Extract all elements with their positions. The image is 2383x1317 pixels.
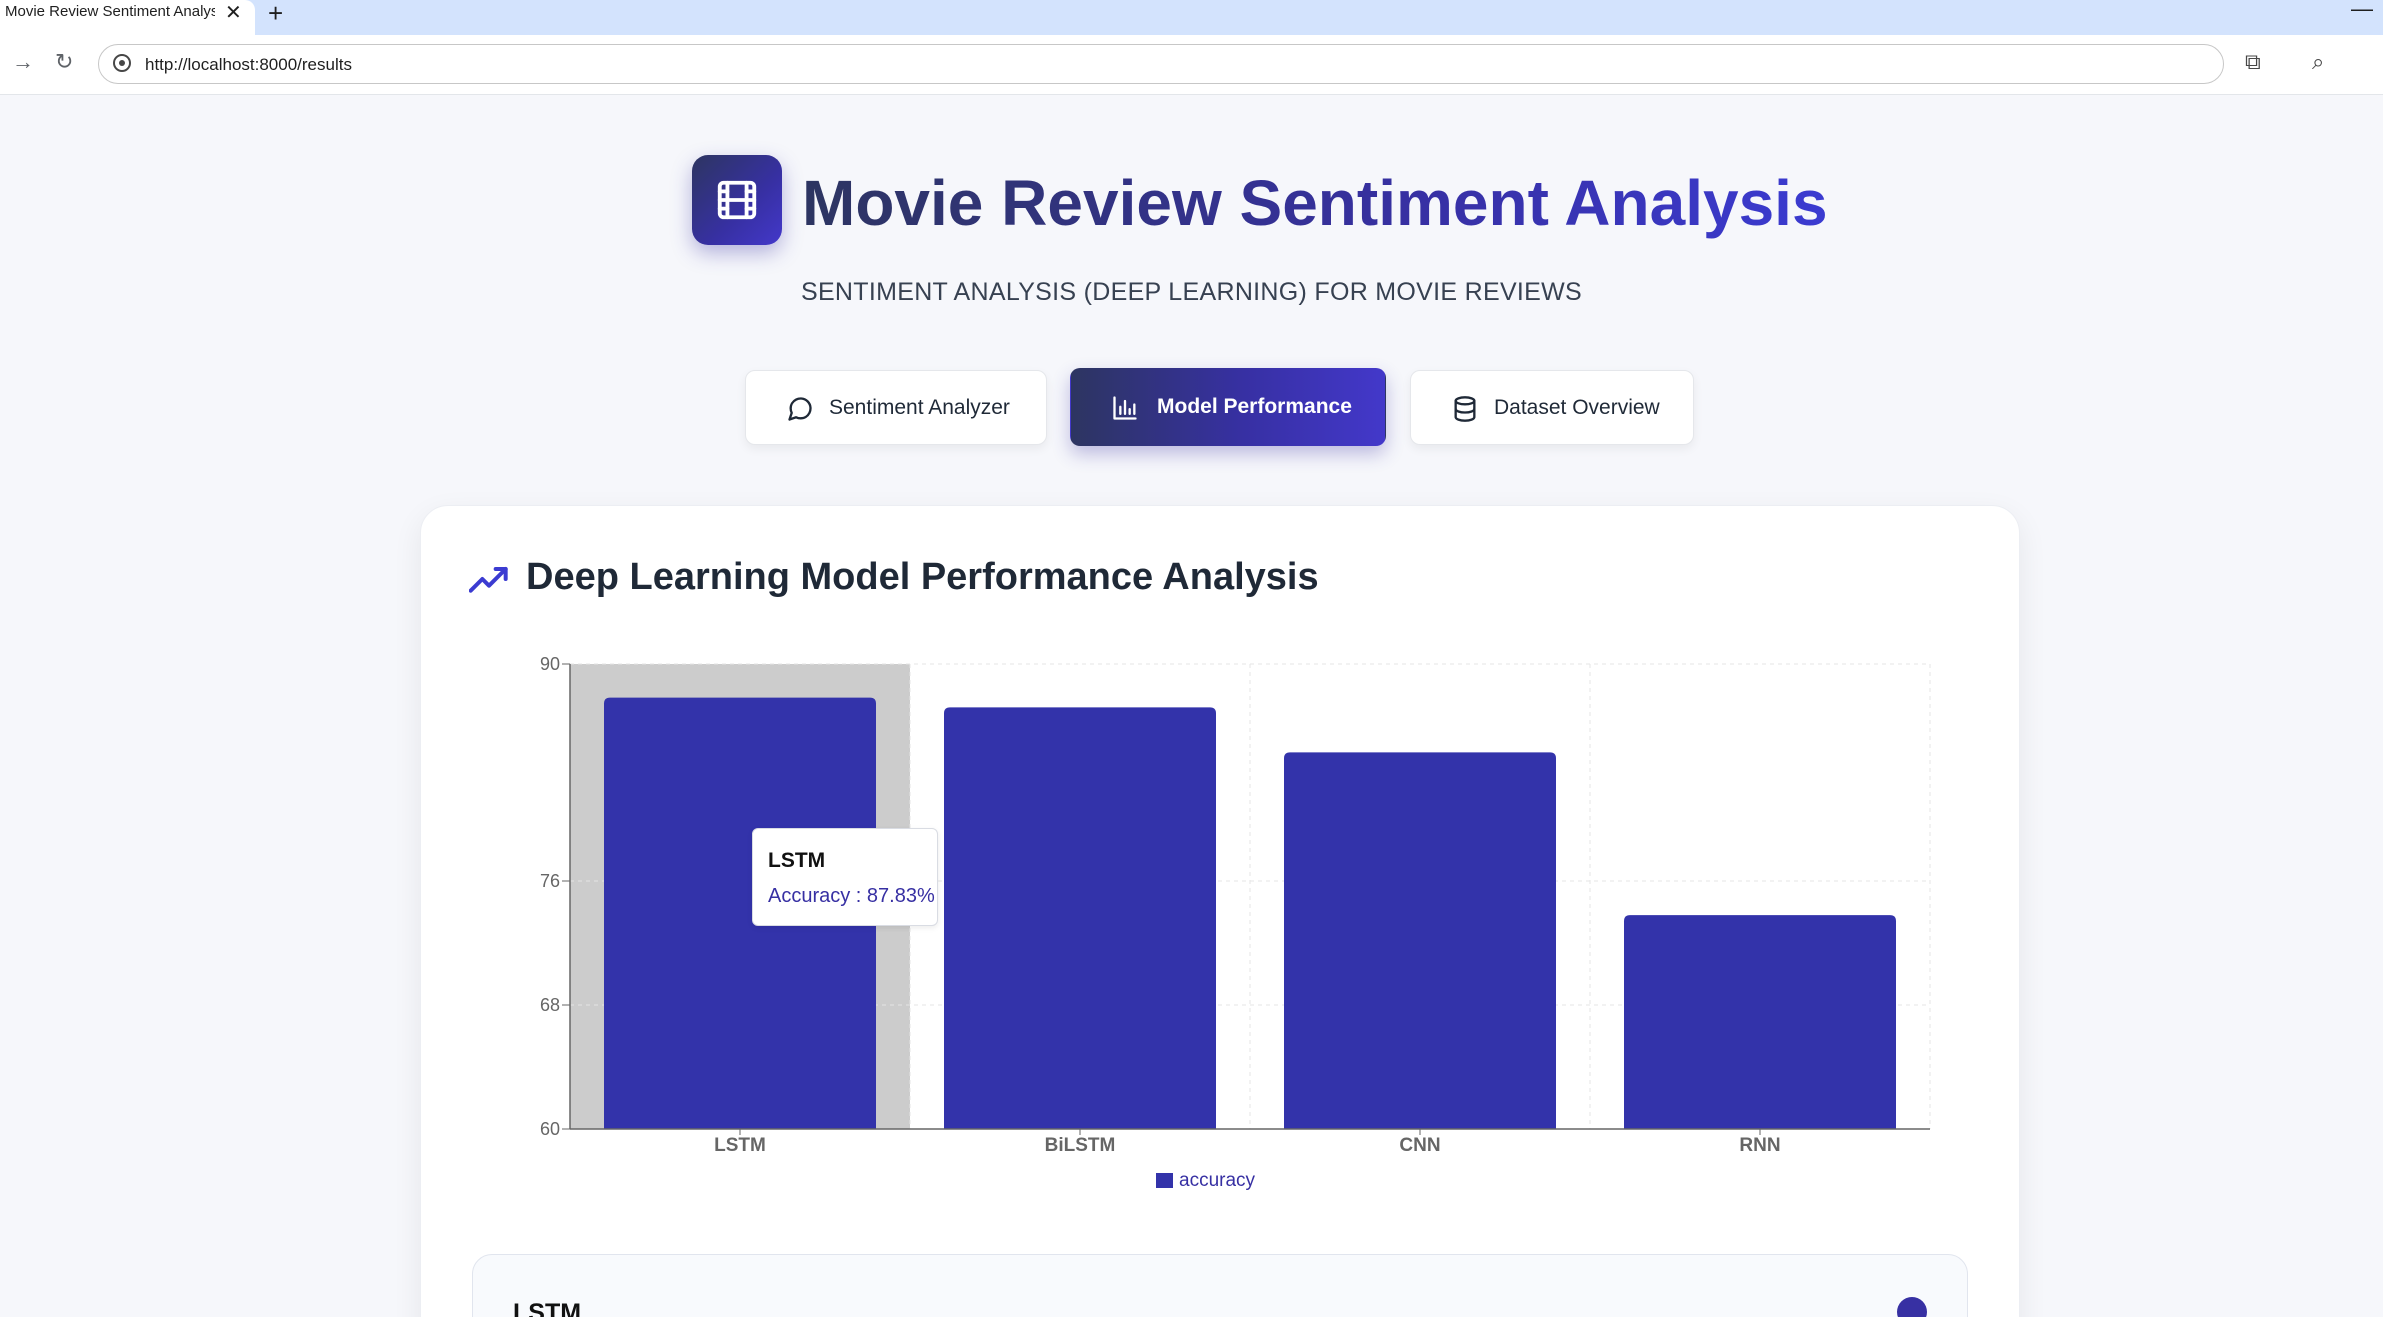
page-title: Movie Review Sentiment Analysis (802, 167, 1828, 239)
model-name: LSTM (513, 1299, 582, 1317)
tab-title: Movie Review Sentiment Analysis (5, 3, 215, 20)
reload-icon[interactable]: ↻ (55, 49, 73, 75)
page-header: Movie Review Sentiment Analysis (0, 150, 2383, 250)
legend-label: accuracy (1179, 1170, 1256, 1191)
tooltip-title: LSTM (768, 849, 826, 872)
tab-model-performance[interactable]: Model Performance (1070, 368, 1386, 446)
legend-swatch (1156, 1173, 1173, 1188)
section-title: Deep Learning Model Performance Analysis (526, 556, 1319, 598)
minimize-icon[interactable]: — (2351, 0, 2373, 22)
tab-dataset-overview[interactable]: Dataset Overview (1410, 370, 1694, 445)
performance-card: Deep Learning Model Performance Analysis (420, 505, 2020, 1317)
model-detail-card: LSTM (472, 1254, 1968, 1317)
forward-icon[interactable]: → (12, 49, 34, 75)
address-bar[interactable]: http://localhost:8000/results (98, 44, 2224, 84)
url-text: http://localhost:8000/results (145, 55, 352, 74)
tab-label: Sentiment Analyzer (829, 396, 1010, 419)
browser-tab[interactable]: Movie Review Sentiment Analysis ✕ (0, 0, 255, 35)
film-icon (692, 155, 782, 245)
browser-toolbar: → ↻ http://localhost:8000/results ⧉ ⌕ (0, 35, 2383, 95)
tab-label: Dataset Overview (1494, 396, 1660, 419)
site-info-icon[interactable] (113, 54, 131, 72)
database-icon (1454, 396, 1476, 422)
message-circle-icon (788, 397, 812, 421)
tooltip-value: Accuracy : 87.83% (768, 885, 935, 907)
status-dot (1897, 1297, 1927, 1317)
media-search-icon[interactable]: ⌕ (2312, 49, 2324, 75)
browser-tab-bar: Movie Review Sentiment Analysis ✕ + — (0, 0, 2383, 35)
chart-tooltip: LSTM Accuracy : 87.83% (752, 828, 938, 926)
close-tab-icon[interactable]: ✕ (225, 0, 242, 25)
new-tab-icon[interactable]: + (268, 0, 283, 29)
tab-label: Model Performance (1157, 395, 1352, 418)
trending-up-icon (469, 567, 508, 593)
chart-legend[interactable]: accuracy (1156, 1170, 1255, 1192)
page-subtitle: SENTIMENT ANALYSIS (DEEP LEARNING) FOR M… (800, 278, 1583, 306)
tab-sentiment-analyzer[interactable]: Sentiment Analyzer (745, 370, 1047, 445)
bar-chart-icon (1113, 396, 1137, 420)
extensions-icon[interactable]: ⧉ (2245, 49, 2261, 75)
